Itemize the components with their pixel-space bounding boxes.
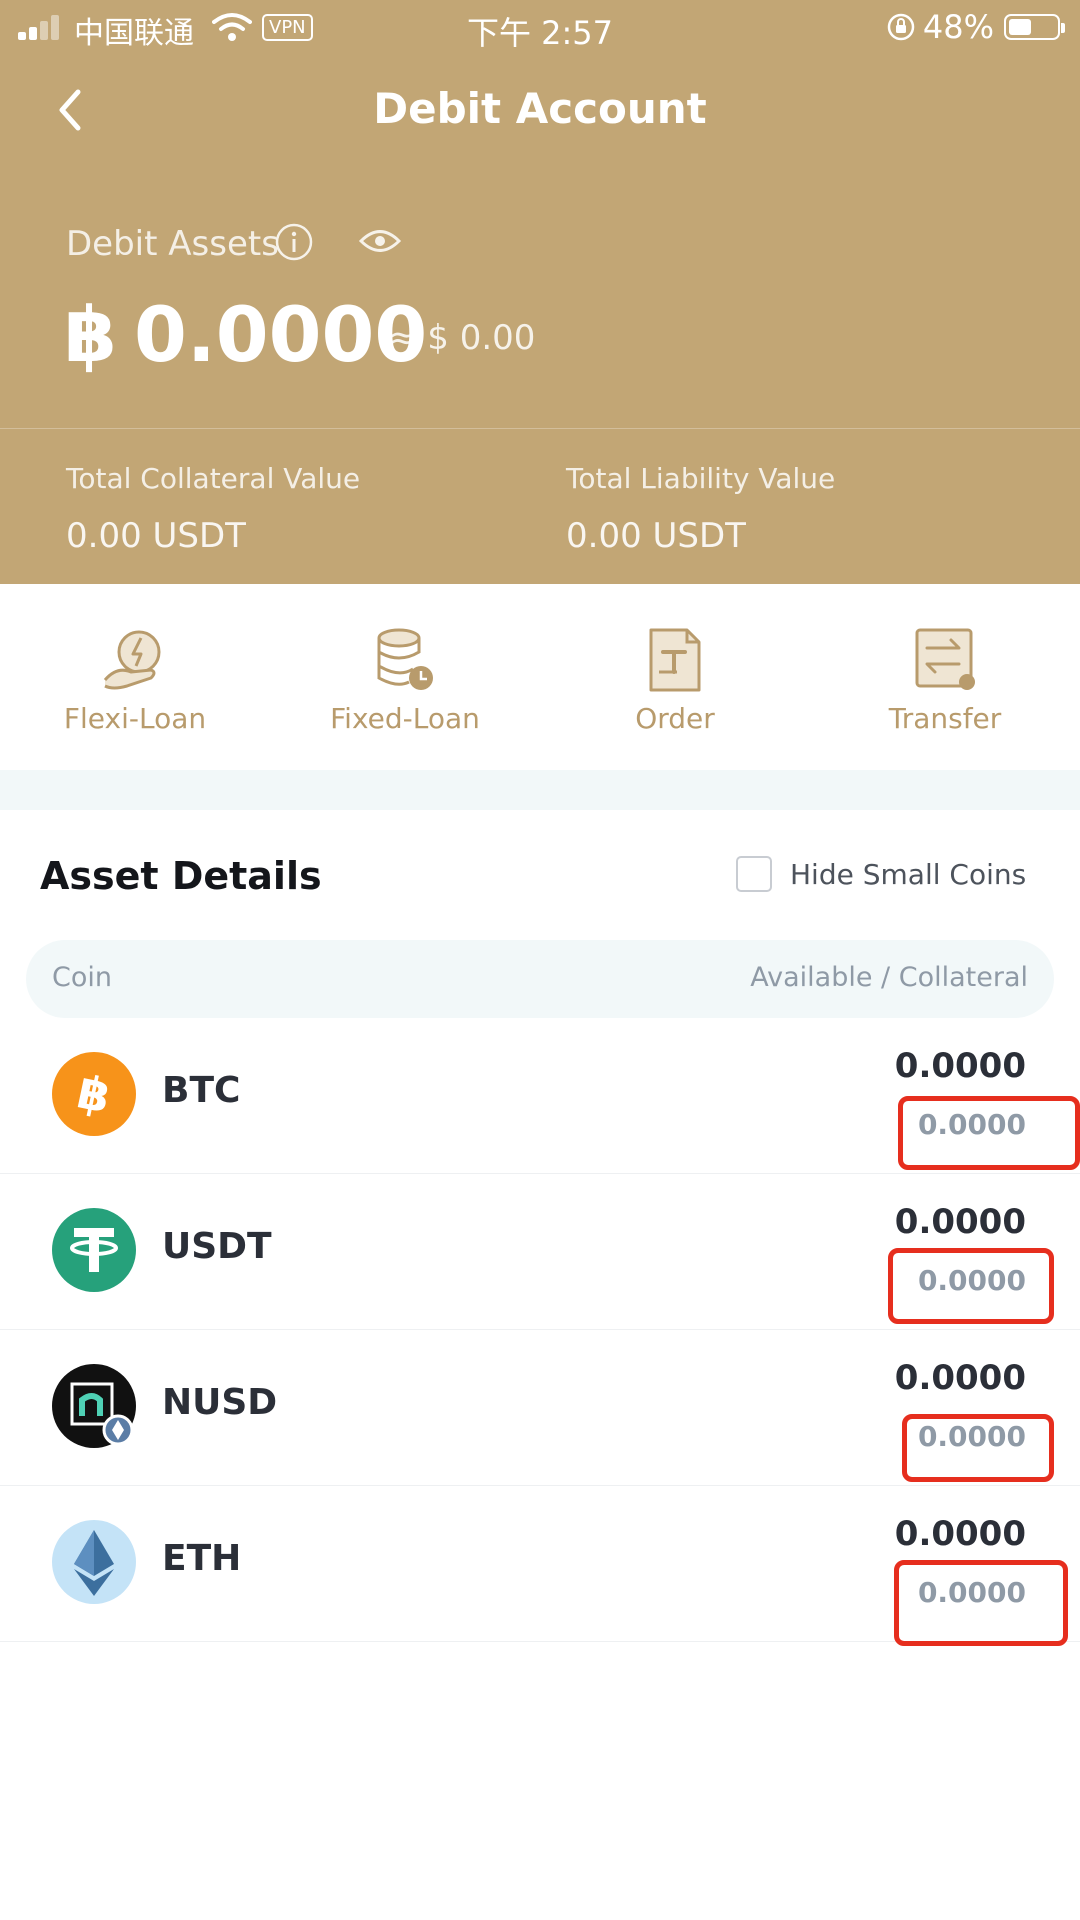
column-available-collateral: Available / Collateral — [750, 962, 1028, 993]
coin-name: NUSD — [162, 1382, 278, 1423]
total-collateral-value: 0.00 USDT — [66, 516, 246, 556]
status-time: 下午 2:57 — [466, 14, 614, 52]
flexi-loan-button[interactable]: Flexi-Loan — [0, 584, 270, 770]
usdt-icon — [52, 1208, 136, 1292]
page-title: Debit Account — [373, 84, 707, 133]
coin-name: ETH — [162, 1538, 242, 1579]
action-bar: Flexi-Loan Fixed-Loan Order Transfer — [0, 584, 1080, 770]
coin-name: BTC — [162, 1070, 241, 1111]
eth-icon — [52, 1520, 136, 1604]
currency-symbol: ฿ — [64, 290, 117, 379]
available-value: 0.0000 — [894, 1514, 1026, 1554]
highlight-box — [888, 1248, 1054, 1324]
transfer-button[interactable]: Transfer — [810, 584, 1080, 770]
available-value: 0.0000 — [894, 1202, 1026, 1242]
nusd-icon — [52, 1364, 136, 1448]
highlight-box — [902, 1414, 1054, 1482]
flexi-loan-label: Flexi-Loan — [63, 702, 207, 735]
info-icon[interactable] — [274, 222, 314, 262]
hide-small-coins-label: Hide Small Coins — [790, 858, 1027, 891]
header-divider — [0, 428, 1080, 429]
order-icon — [649, 628, 701, 692]
total-liability-label: Total Liability Value — [566, 462, 836, 495]
eye-icon[interactable] — [358, 226, 402, 256]
column-coin: Coin — [52, 962, 112, 993]
battery-icon — [1004, 14, 1065, 40]
order-button[interactable]: Order — [540, 584, 810, 770]
rotation-lock-icon — [887, 13, 915, 41]
section-separator — [0, 770, 1080, 810]
btc-icon: ฿ — [52, 1052, 136, 1136]
balance-usd-approx: ≈ $ 0.00 — [388, 318, 536, 358]
available-value: 0.0000 — [894, 1358, 1026, 1398]
asset-details-title: Asset Details — [40, 854, 322, 898]
coin-name: USDT — [162, 1226, 272, 1267]
fixed-loan-icon — [377, 628, 433, 690]
transfer-label: Transfer — [888, 702, 1002, 735]
debit-assets-balance: 0.0000 — [134, 290, 428, 379]
status-bar: 中国联通 VPN 下午 2:57 48% — [0, 0, 1080, 56]
total-liability-value: 0.00 USDT — [566, 516, 746, 556]
flexi-loan-icon — [103, 630, 161, 690]
fixed-loan-label: Fixed-Loan — [330, 702, 480, 735]
highlight-box — [894, 1560, 1068, 1646]
hide-small-coins-checkbox[interactable] — [736, 856, 772, 892]
total-collateral-label: Total Collateral Value — [66, 462, 361, 495]
account-header: 中国联通 VPN 下午 2:57 48% Debit Account Debit… — [0, 0, 1080, 584]
debit-assets-label: Debit Assets — [66, 224, 279, 264]
transfer-icon — [915, 628, 975, 690]
asset-table-header: Coin Available / Collateral — [26, 940, 1054, 1018]
order-label: Order — [635, 702, 715, 735]
battery-percent: 48% — [922, 8, 994, 46]
highlight-box — [898, 1096, 1080, 1170]
available-value: 0.0000 — [894, 1046, 1026, 1086]
fixed-loan-button[interactable]: Fixed-Loan — [270, 584, 540, 770]
